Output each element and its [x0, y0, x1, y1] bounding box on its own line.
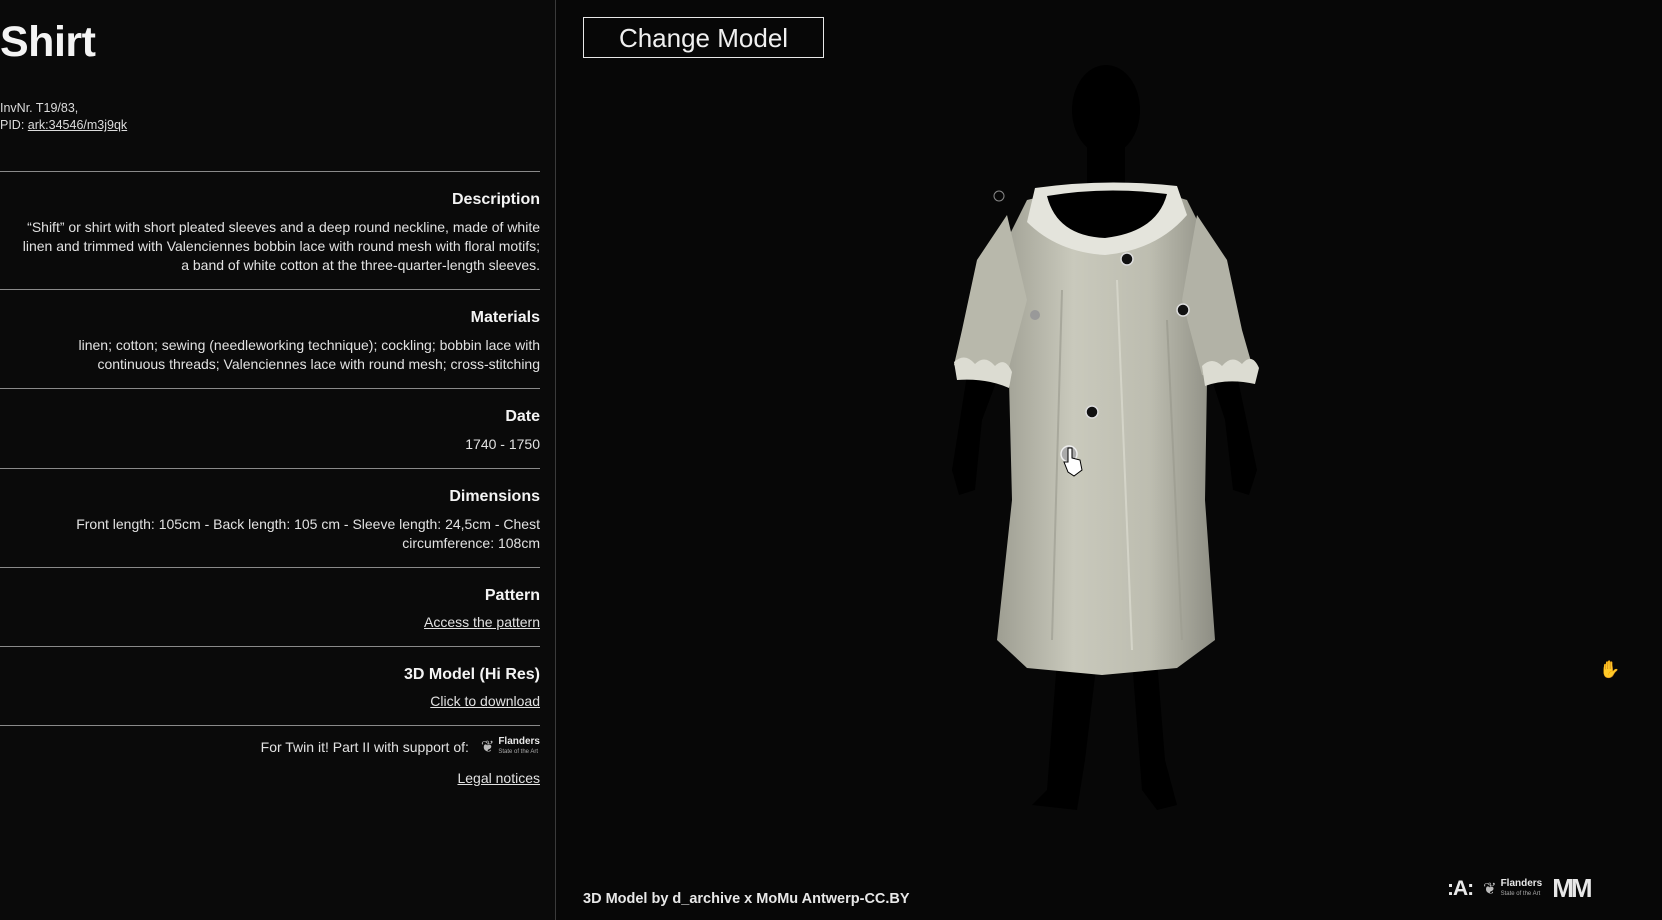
flanders-tagline: State of the Art — [498, 749, 539, 755]
footer-flanders-name: Flanders — [1500, 877, 1543, 889]
shirt-garment — [954, 182, 1259, 675]
flanders-name: Flanders — [498, 736, 540, 747]
model3d-heading: 3D Model (Hi Res) — [403, 666, 540, 683]
pid-row: PID: ark:34546/m3j9qk — [0, 117, 127, 134]
materials-text: linen; cotton; sewing (needleworking tec… — [78, 337, 541, 372]
pid-label: PID: — [0, 118, 25, 132]
description-heading: Description — [451, 191, 540, 208]
support-row: For Twin it! Part II with support of: ❦ … — [0, 737, 540, 757]
description-section: Description “Shift” or shirt with short … — [0, 171, 540, 289]
hotspot-icon[interactable] — [1030, 310, 1040, 320]
footer-flanders-tagline: State of the Art — [1500, 890, 1541, 897]
legal-row: Legal notices — [0, 770, 540, 788]
antwerp-logo: :A: — [1447, 876, 1474, 900]
hotspot-icon[interactable] — [1085, 405, 1099, 419]
hotspot-icon[interactable] — [1176, 303, 1190, 317]
info-sections: Description “Shift” or shirt with short … — [0, 171, 540, 788]
model3d-section: 3D Model (Hi Res) Click to download — [0, 646, 540, 725]
pattern-heading: Pattern — [484, 587, 540, 604]
date-text: 1740 - 1750 — [465, 436, 540, 452]
model-viewer[interactable]: Change Model ✋ 3D Model by d_archive x M… — [557, 0, 1662, 920]
pattern-section: Pattern Access the pattern — [0, 567, 540, 646]
materials-section: Materials linen; cotton; sewing (needlew… — [0, 289, 540, 388]
info-panel: Shirt InvNr. T19/83, PID: ark:34546/m3j9… — [0, 0, 556, 920]
hotspot-icon[interactable] — [1120, 252, 1134, 266]
flanders-logo: ❦ Flanders State of the Art — [481, 737, 540, 757]
dimensions-heading: Dimensions — [449, 488, 540, 505]
flanders-lion-icon: ❦ — [1483, 880, 1497, 898]
grab-hand-icon: ✋ — [1599, 660, 1621, 679]
materials-heading: Materials — [470, 309, 540, 326]
footer-flanders-logo: ❦ Flanders State of the Art — [1483, 877, 1543, 899]
support-section: For Twin it! Part II with support of: ❦ … — [0, 725, 540, 788]
object-title: Shirt — [0, 18, 96, 66]
date-heading: Date — [505, 408, 540, 425]
download-model-link[interactable]: Click to download — [430, 693, 540, 709]
date-section: Date 1740 - 1750 — [0, 388, 540, 468]
flanders-lion-icon: ❦ — [480, 739, 495, 756]
shirt-3d-model[interactable] — [557, 0, 1662, 920]
dimensions-section: Dimensions Front length: 105cm - Back le… — [0, 468, 540, 567]
support-text: For Twin it! Part II with support of: — [260, 739, 469, 755]
momu-logo: MM — [1552, 873, 1592, 903]
footer-logos: :A: ❦ Flanders State of the Art MM — [1447, 873, 1593, 904]
inventory-number: InvNr. T19/83, — [0, 101, 79, 115]
hotspot-icon[interactable] — [993, 190, 1005, 202]
dimensions-text: Front length: 105cm - Back length: 105 c… — [76, 516, 540, 551]
legal-notices-link[interactable]: Legal notices — [457, 770, 540, 786]
change-model-button[interactable]: Change Model — [583, 17, 824, 58]
object-meta: InvNr. T19/83, PID: ark:34546/m3j9qk — [0, 100, 127, 134]
model-credit: 3D Model by d_archive x MoMu Antwerp-CC.… — [583, 891, 910, 907]
pid-link[interactable]: ark:34546/m3j9qk — [28, 118, 127, 132]
description-text: “Shift” or shirt with short pleated slee… — [22, 219, 540, 273]
access-pattern-link[interactable]: Access the pattern — [424, 614, 540, 630]
